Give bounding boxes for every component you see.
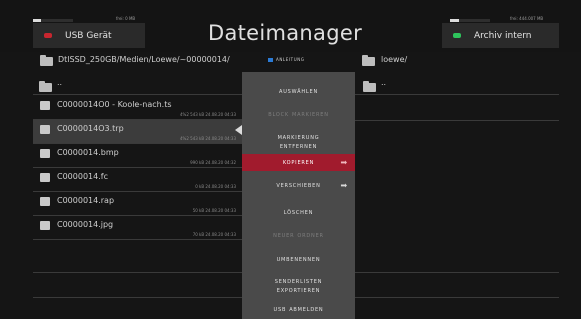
usb-status-dot — [44, 33, 52, 38]
row-divider — [33, 297, 242, 298]
file-name: C0000014.fc — [57, 172, 108, 181]
usb-device-button[interactable]: USB Gerät — [33, 23, 145, 48]
file-icon — [40, 149, 50, 158]
row-divider — [33, 94, 242, 95]
row-divider — [33, 239, 242, 240]
menu-item-neuer-ordner[interactable]: Neuer Ordner — [242, 231, 355, 240]
menu-item-label: Umbenennen — [276, 255, 321, 263]
menu-item-auswählen[interactable]: Auswählen — [242, 87, 355, 96]
row-divider — [355, 120, 559, 121]
menu-item-label: Verschieben — [276, 181, 321, 189]
folder-icon-right — [362, 55, 375, 66]
parent-folder-icon[interactable] — [39, 81, 52, 92]
menu-item-verschieben[interactable]: Verschieben ➡ — [242, 181, 355, 190]
right-path: loewe/ — [381, 55, 408, 64]
file-name: C0000014O3.trp — [57, 124, 124, 133]
context-menu: Auswählen Block markieren Markierung entfe… — [242, 72, 355, 319]
file-row[interactable]: C0000014.jpg 70 kB 24.08.20 04:33 — [33, 216, 242, 240]
right-capacity-bar — [450, 19, 490, 22]
row-divider — [33, 272, 242, 273]
instructions-button[interactable]: Anleitung — [268, 56, 305, 63]
submenu-arrow-icon: ➡ — [340, 158, 348, 167]
file-icon — [40, 221, 50, 230]
file-meta: 70 kB 24.08.20 04:33 — [192, 232, 236, 237]
file-name: C0000014O0 - Koole-nach.ts — [57, 100, 172, 109]
menu-item-label: Block markieren — [268, 110, 329, 118]
parent-folder-label[interactable]: .. — [57, 78, 62, 87]
instructions-label: Anleitung — [276, 56, 305, 63]
menu-item-label: Kopieren — [282, 158, 315, 166]
file-row[interactable]: C0000014O3.trp 4%2 543 kB 24.08.20 04:33 — [33, 120, 242, 144]
left-capacity-text: frei: 0 MB — [116, 16, 136, 21]
menu-item-umbenennen[interactable]: Umbenennen — [242, 255, 355, 264]
menu-item-label: Senderlisten exportieren — [274, 277, 323, 294]
file-row[interactable]: C0000014O0 - Koole-nach.ts 4%2 543 kB 24.… — [33, 96, 242, 120]
file-icon — [40, 101, 50, 110]
file-icon — [40, 173, 50, 182]
file-icon — [40, 125, 50, 134]
menu-item-kopieren[interactable]: Kopieren ➡ — [242, 154, 355, 171]
parent-folder-label-right[interactable]: .. — [381, 78, 386, 87]
menu-item-label: Löschen — [283, 208, 314, 216]
file-meta: 4%2 543 kB 24.08.20 04:33 — [179, 112, 236, 117]
row-divider — [355, 272, 559, 273]
file-name: C0000014.bmp — [57, 148, 119, 157]
right-file-panel: .. — [355, 72, 559, 304]
menu-item-senderlisten-exportieren[interactable]: Senderlisten exportieren — [242, 277, 355, 295]
parent-folder-icon-right[interactable] — [363, 81, 376, 92]
file-name: C0000014.rap — [57, 196, 115, 205]
menu-item-löschen[interactable]: Löschen — [242, 208, 355, 217]
folder-icon — [40, 55, 53, 66]
archive-device-label: Archiv intern — [474, 30, 532, 41]
archive-status-dot — [453, 33, 461, 38]
file-row[interactable]: C0000014.bmp 990 kB 24.08.20 04:32 — [33, 144, 242, 168]
file-meta: 4%2 543 kB 24.08.20 04:33 — [179, 136, 236, 141]
archive-device-button[interactable]: Archiv intern — [442, 23, 559, 48]
file-row[interactable]: C0000014.fc 0 kB 24.08.20 04:33 — [33, 168, 242, 192]
menu-item-label: Neuer Ordner — [273, 231, 324, 239]
menu-item-label: USB abmelden — [273, 305, 324, 313]
page-title: Dateimanager — [207, 21, 362, 45]
left-path: DtlSSD_250GB/Medien/Loewe/~00000014/ — [58, 55, 230, 64]
right-capacity-fill — [450, 19, 460, 22]
row-divider — [355, 94, 559, 95]
menu-item-label: Auswählen — [279, 87, 318, 95]
file-icon — [40, 197, 50, 206]
file-meta: 0 kB 24.08.20 04:33 — [195, 184, 236, 189]
left-file-panel: .. C0000014O0 - Koole-nach.ts 4%2 543 kB … — [33, 72, 242, 304]
right-capacity-text: frei: 444.007 MB — [510, 16, 544, 21]
menu-item-usb-abmelden[interactable]: USB abmelden — [242, 305, 355, 314]
usb-device-label: USB Gerät — [65, 30, 112, 41]
file-name: C0000014.jpg — [57, 220, 114, 229]
menu-item-markierung-entfernen[interactable]: Markierung entfernen — [242, 133, 355, 151]
menu-item-label: Markierung entfernen — [277, 133, 320, 150]
blue-key-icon — [268, 57, 273, 62]
menu-pointer-icon — [235, 125, 242, 135]
file-meta: 50 kB 24.08.20 04:33 — [192, 208, 236, 213]
row-divider — [355, 297, 559, 298]
submenu-arrow-icon: ➡ — [340, 181, 348, 190]
left-capacity-fill — [33, 19, 41, 22]
menu-item-block-markieren[interactable]: Block markieren — [242, 110, 355, 119]
file-meta: 990 kB 24.08.20 04:32 — [190, 160, 236, 165]
file-row[interactable]: C0000014.rap 50 kB 24.08.20 04:33 — [33, 192, 242, 216]
left-capacity-bar — [33, 19, 73, 22]
